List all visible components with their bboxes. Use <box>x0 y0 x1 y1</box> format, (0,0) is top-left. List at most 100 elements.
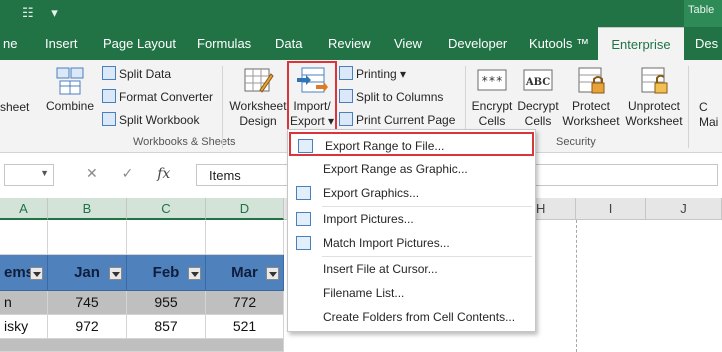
format-converter-label: Format Converter <box>119 90 214 104</box>
column-header-d[interactable]: D <box>206 198 284 220</box>
table-cell[interactable]: 955 <box>127 291 206 315</box>
title-bar: ☷ ▾ Table <box>0 0 722 27</box>
protect-worksheet-label-2: Worksheet <box>562 114 620 128</box>
worksheet-partial-button[interactable]: sheet <box>0 100 29 115</box>
table-header-mar[interactable]: Mar <box>206 255 284 291</box>
unprotect-worksheet-label-1: Unprotect <box>627 99 681 113</box>
column-header-i[interactable]: I <box>576 198 646 220</box>
protect-worksheet-label-1: Protect <box>571 99 610 113</box>
chevron-down-icon[interactable]: ▼ <box>40 168 49 178</box>
table-header-label: Feb <box>152 264 180 281</box>
tab-enterprise[interactable]: Enterprise <box>598 27 684 60</box>
decrypt-cells-button[interactable]: ABC Decrypt Cells <box>516 66 560 129</box>
import-pictures-icon <box>296 212 311 226</box>
protect-worksheet-button[interactable]: Protect Worksheet <box>561 66 621 129</box>
svg-text:***: *** <box>481 74 503 88</box>
filter-dropdown-icon[interactable] <box>30 267 43 280</box>
print-current-page-label: Print Current Page <box>356 113 456 127</box>
table-header-label: Jan <box>74 264 100 281</box>
menu-item-filename-list[interactable]: Filename List... <box>289 281 534 305</box>
column-header-j[interactable]: J <box>646 198 722 220</box>
menu-item-label: Export Range as Graphic... <box>323 162 468 176</box>
combine-label: Combine <box>45 99 95 113</box>
tab-formulas[interactable]: Formulas <box>197 27 251 60</box>
print-page-icon <box>339 112 353 126</box>
printing-button[interactable]: Printing ▾ <box>339 64 406 84</box>
page-break-line <box>576 220 577 352</box>
menu-item-export-range-as-graphic[interactable]: Export Range as Graphic... <box>289 157 534 181</box>
partial-right-button[interactable]: C Mai <box>699 100 718 130</box>
filter-dropdown-icon[interactable] <box>188 267 201 280</box>
table-context-tab: Table <box>684 0 722 27</box>
table-header-feb[interactable]: Feb <box>127 255 206 291</box>
split-columns-icon <box>339 89 353 103</box>
partial-right-label-2: Mai <box>699 115 719 129</box>
encrypt-cells-button[interactable]: *** Encrypt Cells <box>470 66 514 129</box>
menu-item-match-import-pictures[interactable]: Match Import Pictures... <box>289 231 534 255</box>
tab-view[interactable]: View <box>394 27 422 60</box>
export-file-icon <box>298 139 313 153</box>
table-header-label: Mar <box>231 264 258 281</box>
insert-function-icon[interactable]: fx <box>157 166 170 182</box>
worksheet-partial-label: sheet <box>0 100 30 114</box>
printing-label: Printing ▾ <box>356 67 407 81</box>
cell[interactable] <box>206 221 284 255</box>
tab-page-layout[interactable]: Page Layout <box>103 27 176 60</box>
tab-design[interactable]: Des <box>695 27 718 60</box>
unprotect-worksheet-button[interactable]: Unprotect Worksheet <box>624 66 684 129</box>
cell[interactable] <box>48 221 127 255</box>
table-cell[interactable]: 972 <box>48 315 127 339</box>
tab-review[interactable]: Review <box>328 27 371 60</box>
combine-button[interactable]: Combine <box>44 66 96 114</box>
column-header-a[interactable]: A <box>0 198 48 220</box>
split-data-button[interactable]: Split Data <box>102 64 171 84</box>
cancel-icon[interactable]: ✕ <box>86 165 98 181</box>
tab-home[interactable]: ne <box>3 27 17 60</box>
table-header-jan[interactable]: Jan <box>48 255 127 291</box>
encrypt-cells-label-2: Cells <box>478 114 506 128</box>
print-current-page-button[interactable]: Print Current Page <box>339 110 455 130</box>
cell[interactable] <box>0 221 48 255</box>
decrypt-cells-label-2: Cells <box>524 114 552 128</box>
column-header-c[interactable]: C <box>127 198 206 220</box>
split-to-columns-button[interactable]: Split to Columns <box>339 87 443 107</box>
tab-insert[interactable]: Insert <box>45 27 78 60</box>
column-header-b[interactable]: B <box>48 198 127 220</box>
worksheet-design-button[interactable]: Worksheet Design <box>229 66 287 129</box>
menu-item-import-pictures[interactable]: Import Pictures... <box>289 207 534 231</box>
format-converter-button[interactable]: Format Converter <box>102 87 213 107</box>
filter-dropdown-icon[interactable] <box>266 267 279 280</box>
menu-item-create-folders[interactable]: Create Folders from Cell Contents... <box>289 305 534 329</box>
customize-qat-icon[interactable]: ▾ <box>51 5 58 20</box>
import-export-menu: Export Range to File... Export Range as … <box>287 129 536 332</box>
tab-data[interactable]: Data <box>275 27 302 60</box>
protect-worksheet-icon <box>578 67 605 94</box>
filter-dropdown-icon[interactable] <box>109 267 122 280</box>
enter-icon[interactable]: ✓ <box>122 165 134 181</box>
table-header-items[interactable]: ems <box>0 255 48 291</box>
menu-item-label: Filename List... <box>323 286 405 300</box>
tab-kutools[interactable]: Kutools ™ <box>529 27 589 60</box>
encrypt-cells-icon: *** <box>477 69 507 91</box>
table-cell[interactable]: isky <box>0 315 48 339</box>
table-cell[interactable]: 857 <box>127 315 206 339</box>
menu-item-export-graphics[interactable]: Export Graphics... <box>289 181 534 205</box>
tab-developer[interactable]: Developer <box>448 27 507 60</box>
menu-item-label: Export Graphics... <box>323 186 420 200</box>
menu-item-label: Match Import Pictures... <box>323 236 450 250</box>
touch-mode-icon[interactable]: ☷ <box>22 5 34 20</box>
table-cell[interactable]: 772 <box>206 291 284 315</box>
cell[interactable] <box>127 221 206 255</box>
table-cell[interactable]: 745 <box>48 291 127 315</box>
table-cell[interactable]: 521 <box>206 315 284 339</box>
table-cell[interactable]: n <box>0 291 48 315</box>
name-box[interactable]: ▼ <box>4 164 54 186</box>
partial-right-label-1: C <box>699 100 708 114</box>
export-graphics-icon <box>296 186 311 200</box>
menu-item-export-range-to-file[interactable]: Export Range to File... <box>289 132 534 156</box>
menu-item-insert-file-at-cursor[interactable]: Insert File at Cursor... <box>289 257 534 281</box>
worksheet-design-icon <box>244 68 274 93</box>
decrypt-cells-label-1: Decrypt <box>517 99 559 113</box>
quick-access-toolbar: ☷ ▾ <box>22 5 72 21</box>
split-workbook-button[interactable]: Split Workbook <box>102 110 199 130</box>
